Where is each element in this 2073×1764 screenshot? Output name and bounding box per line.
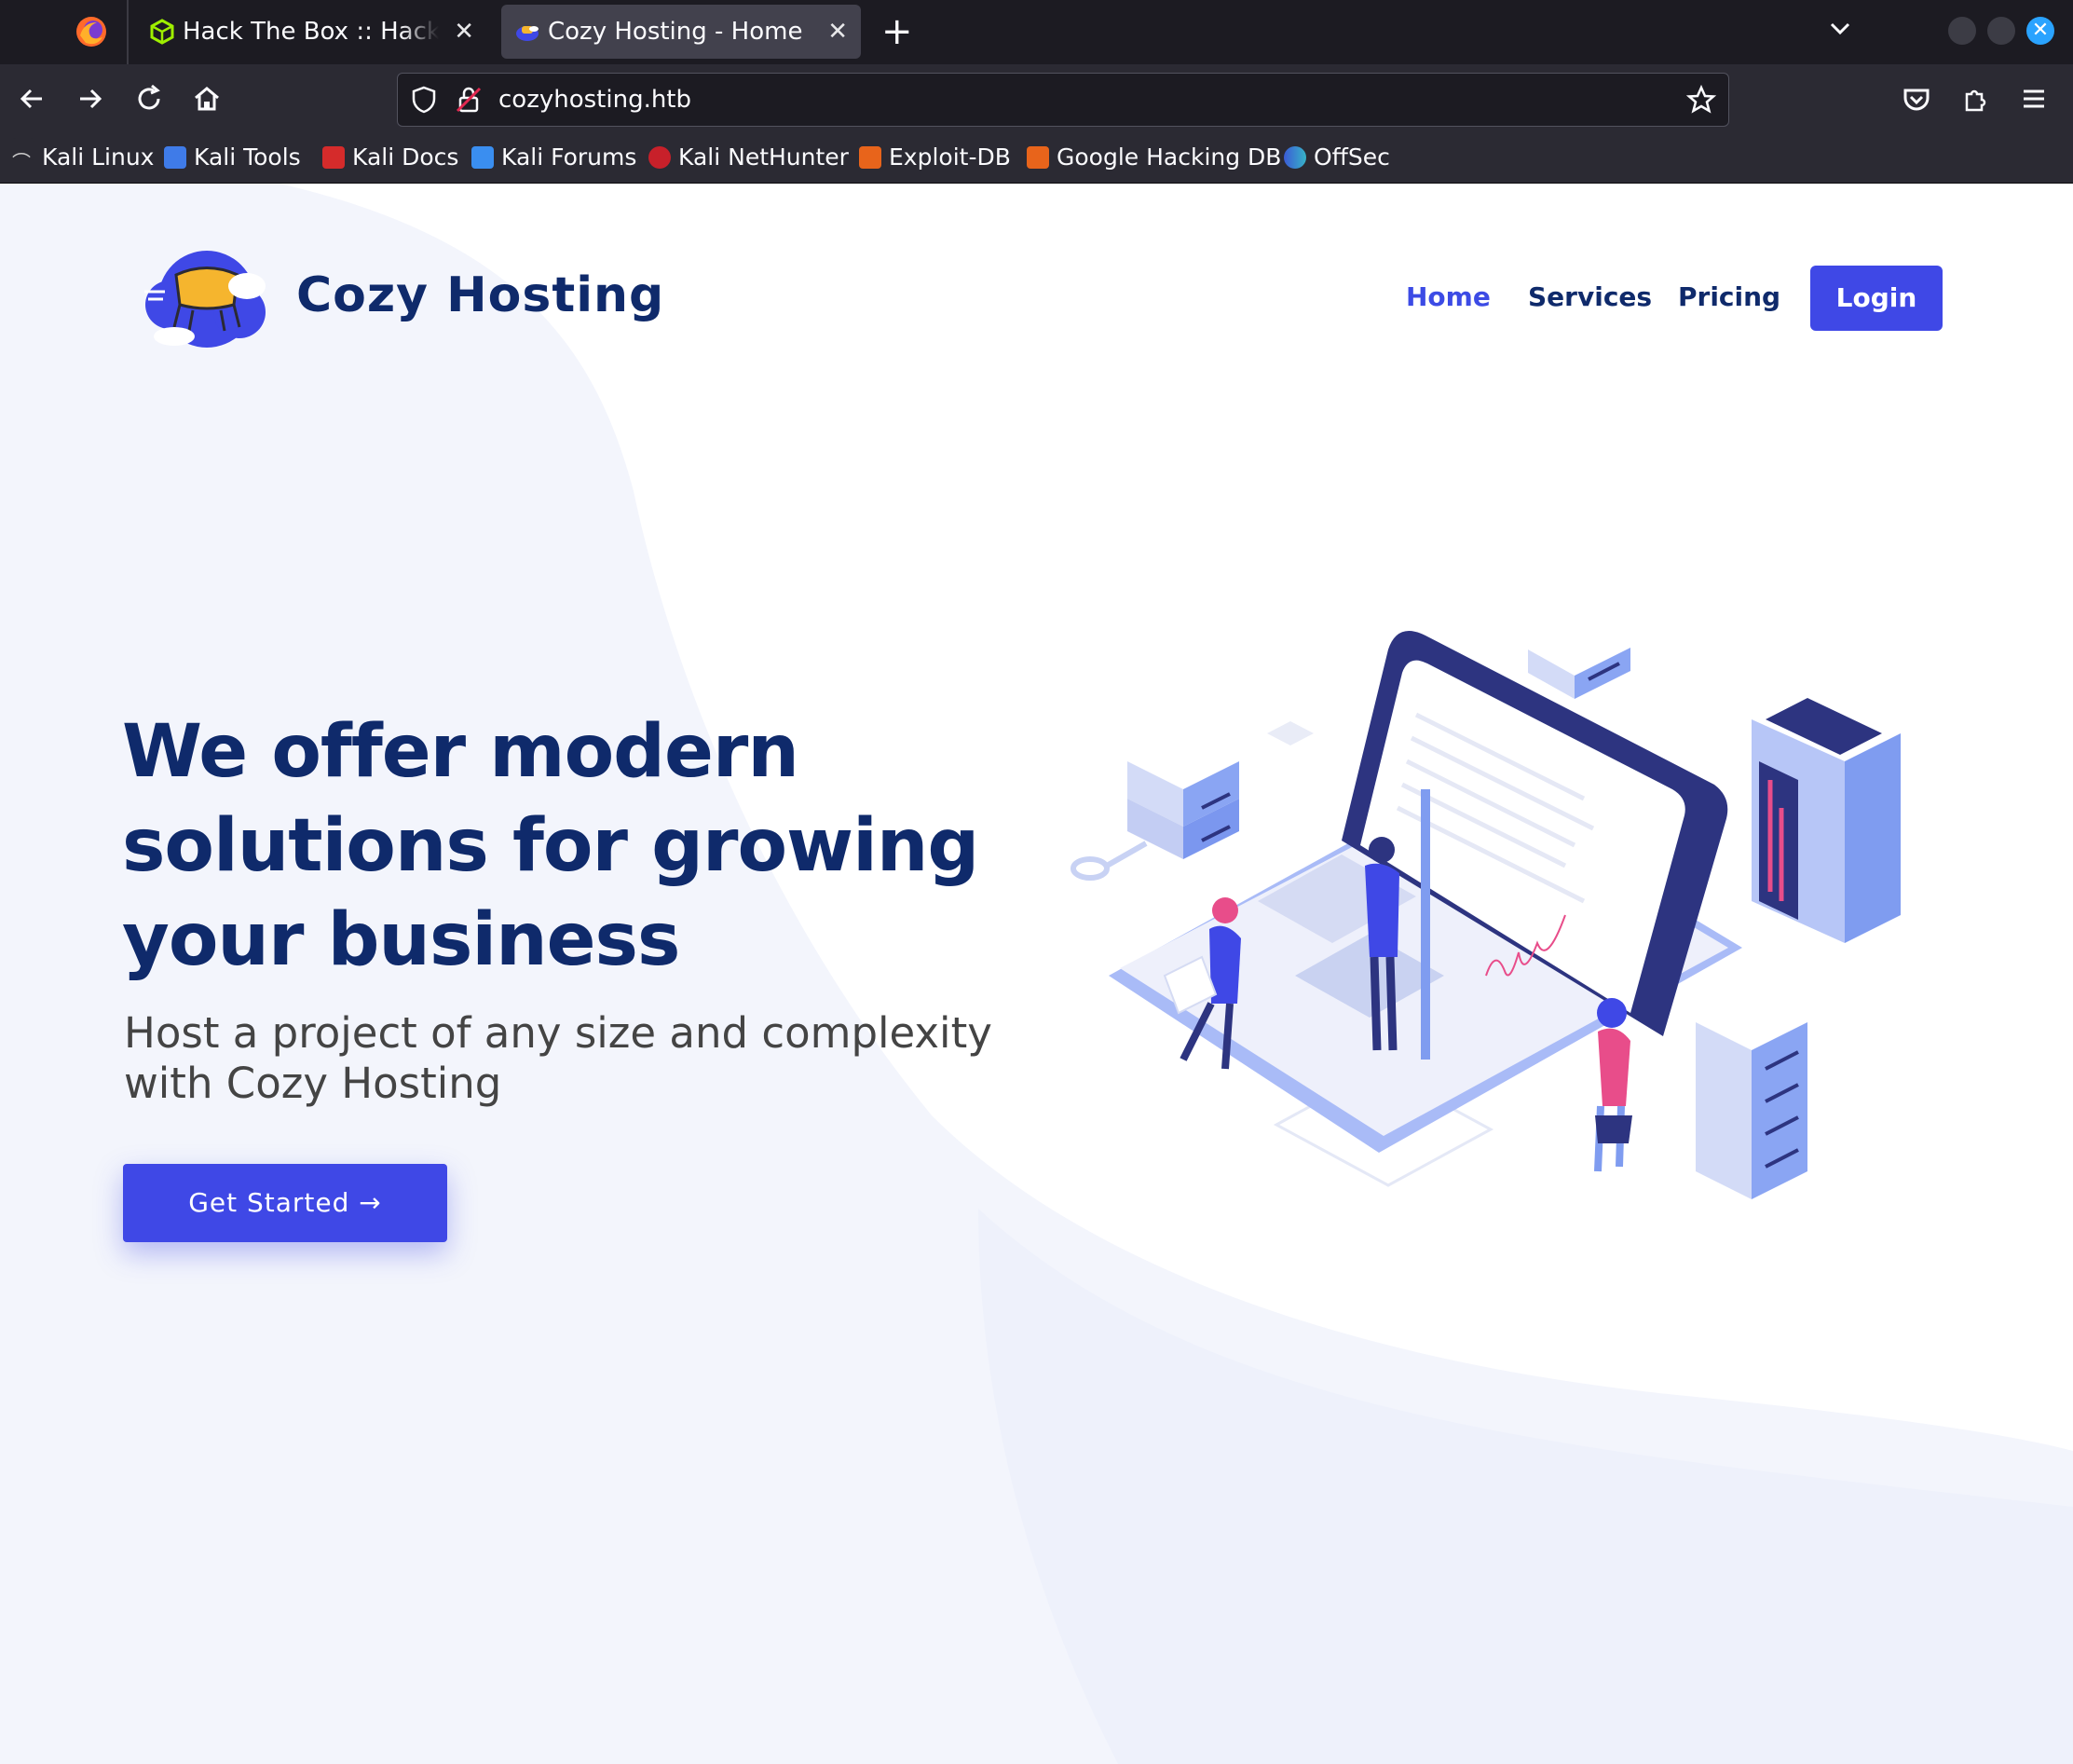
bookmark-label: Kali Tools xyxy=(194,144,301,171)
url-text[interactable]: cozyhosting.htb xyxy=(498,74,691,126)
bookmark-label: OffSec xyxy=(1314,144,1390,171)
bookmark-kali-forums[interactable]: Kali Forums xyxy=(471,133,636,182)
bookmark-label: Kali NetHunter xyxy=(678,144,849,171)
bookmark-label: Kali Docs xyxy=(352,144,459,171)
insecure-lock-icon[interactable] xyxy=(454,85,484,115)
kali-docs-icon xyxy=(322,146,345,169)
nav-services-link[interactable]: Services xyxy=(1528,281,1652,312)
shield-tracking-protection-icon[interactable] xyxy=(409,85,439,115)
close-tab-icon[interactable]: ✕ xyxy=(454,5,474,59)
new-tab-button[interactable]: + xyxy=(881,9,913,54)
bookmark-google-hacking-db[interactable]: Google Hacking DB xyxy=(1027,133,1281,182)
reload-icon[interactable] xyxy=(133,83,165,115)
bookmark-label: Kali Forums xyxy=(501,144,637,171)
bookmark-kali-docs[interactable]: Kali Docs xyxy=(322,133,458,182)
offsec-icon xyxy=(1284,146,1306,169)
browser-tab-bar: Hack The Box :: Hack The Box ✕ Cozy Host… xyxy=(0,0,2073,64)
bookmark-label: Kali Linux xyxy=(42,144,155,171)
nethunter-icon xyxy=(648,146,671,169)
nav-pricing-link[interactable]: Pricing xyxy=(1678,281,1780,312)
bookmark-kali-linux[interactable]: ⌒ Kali Linux xyxy=(12,133,154,182)
login-button[interactable]: Login xyxy=(1810,266,1943,331)
bookmark-exploit-db[interactable]: Exploit-DB xyxy=(859,133,1011,182)
kali-tools-icon xyxy=(164,146,186,169)
kali-dragon-icon: ⌒ xyxy=(12,138,34,173)
minimize-window-button[interactable] xyxy=(1948,17,1976,45)
kali-forums-icon xyxy=(471,146,494,169)
bookmarks-toolbar: ⌒ Kali Linux Kali Tools Kali Docs Kali Fo… xyxy=(0,133,2073,185)
brand-name[interactable]: Cozy Hosting xyxy=(296,267,664,323)
url-bar[interactable]: cozyhosting.htb xyxy=(397,73,1729,127)
close-tab-icon[interactable]: ✕ xyxy=(827,5,848,59)
extensions-puzzle-icon[interactable] xyxy=(1959,83,1991,115)
bookmark-label: Google Hacking DB xyxy=(1057,144,1282,171)
web-page: Cozy Hosting Home Services Pricing Login… xyxy=(0,184,2073,1764)
maximize-window-button[interactable] xyxy=(1987,17,2015,45)
hamburger-menu-icon[interactable] xyxy=(2018,83,2050,115)
hero-title: We offer modern solutions for growing yo… xyxy=(122,710,979,982)
hackthebox-cube-icon xyxy=(150,19,174,45)
bookmark-offsec[interactable]: OffSec xyxy=(1284,133,1390,182)
cozy-hosting-favicon-icon xyxy=(516,26,539,41)
exploit-db-icon xyxy=(859,146,881,169)
hero-subtitle: Host a project of any size and complexit… xyxy=(124,1008,992,1108)
firefox-icon[interactable] xyxy=(75,15,108,48)
tab-title: Cozy Hosting - Home xyxy=(548,18,803,46)
close-window-button[interactable]: ✕ xyxy=(2026,17,2054,45)
home-icon[interactable] xyxy=(191,83,223,115)
bookmark-kali-nethunter[interactable]: Kali NetHunter xyxy=(648,133,849,182)
cozy-hosting-logo[interactable] xyxy=(137,238,277,355)
nav-home-link[interactable]: Home xyxy=(1406,281,1491,312)
forward-arrow-icon[interactable] xyxy=(75,83,106,115)
list-all-tabs-chevron-icon[interactable] xyxy=(1826,15,1854,43)
back-arrow-icon[interactable] xyxy=(16,83,48,115)
tab-cozy-hosting[interactable]: Cozy Hosting - Home ✕ xyxy=(501,5,861,59)
ghdb-icon xyxy=(1027,146,1049,169)
tab-hackthebox[interactable]: Hack The Box :: Hack The Box ✕ xyxy=(136,5,487,59)
bookmark-star-icon[interactable] xyxy=(1685,84,1717,116)
pocket-icon[interactable] xyxy=(1901,83,1932,115)
hero-illustration xyxy=(1071,622,1901,1199)
bookmark-label: Exploit-DB xyxy=(889,144,1011,171)
tab-separator xyxy=(127,0,129,64)
bookmark-kali-tools[interactable]: Kali Tools xyxy=(164,133,301,182)
tab-title: Hack The Box :: Hack The Box xyxy=(183,18,439,46)
get-started-button[interactable]: Get Started → xyxy=(123,1164,447,1242)
